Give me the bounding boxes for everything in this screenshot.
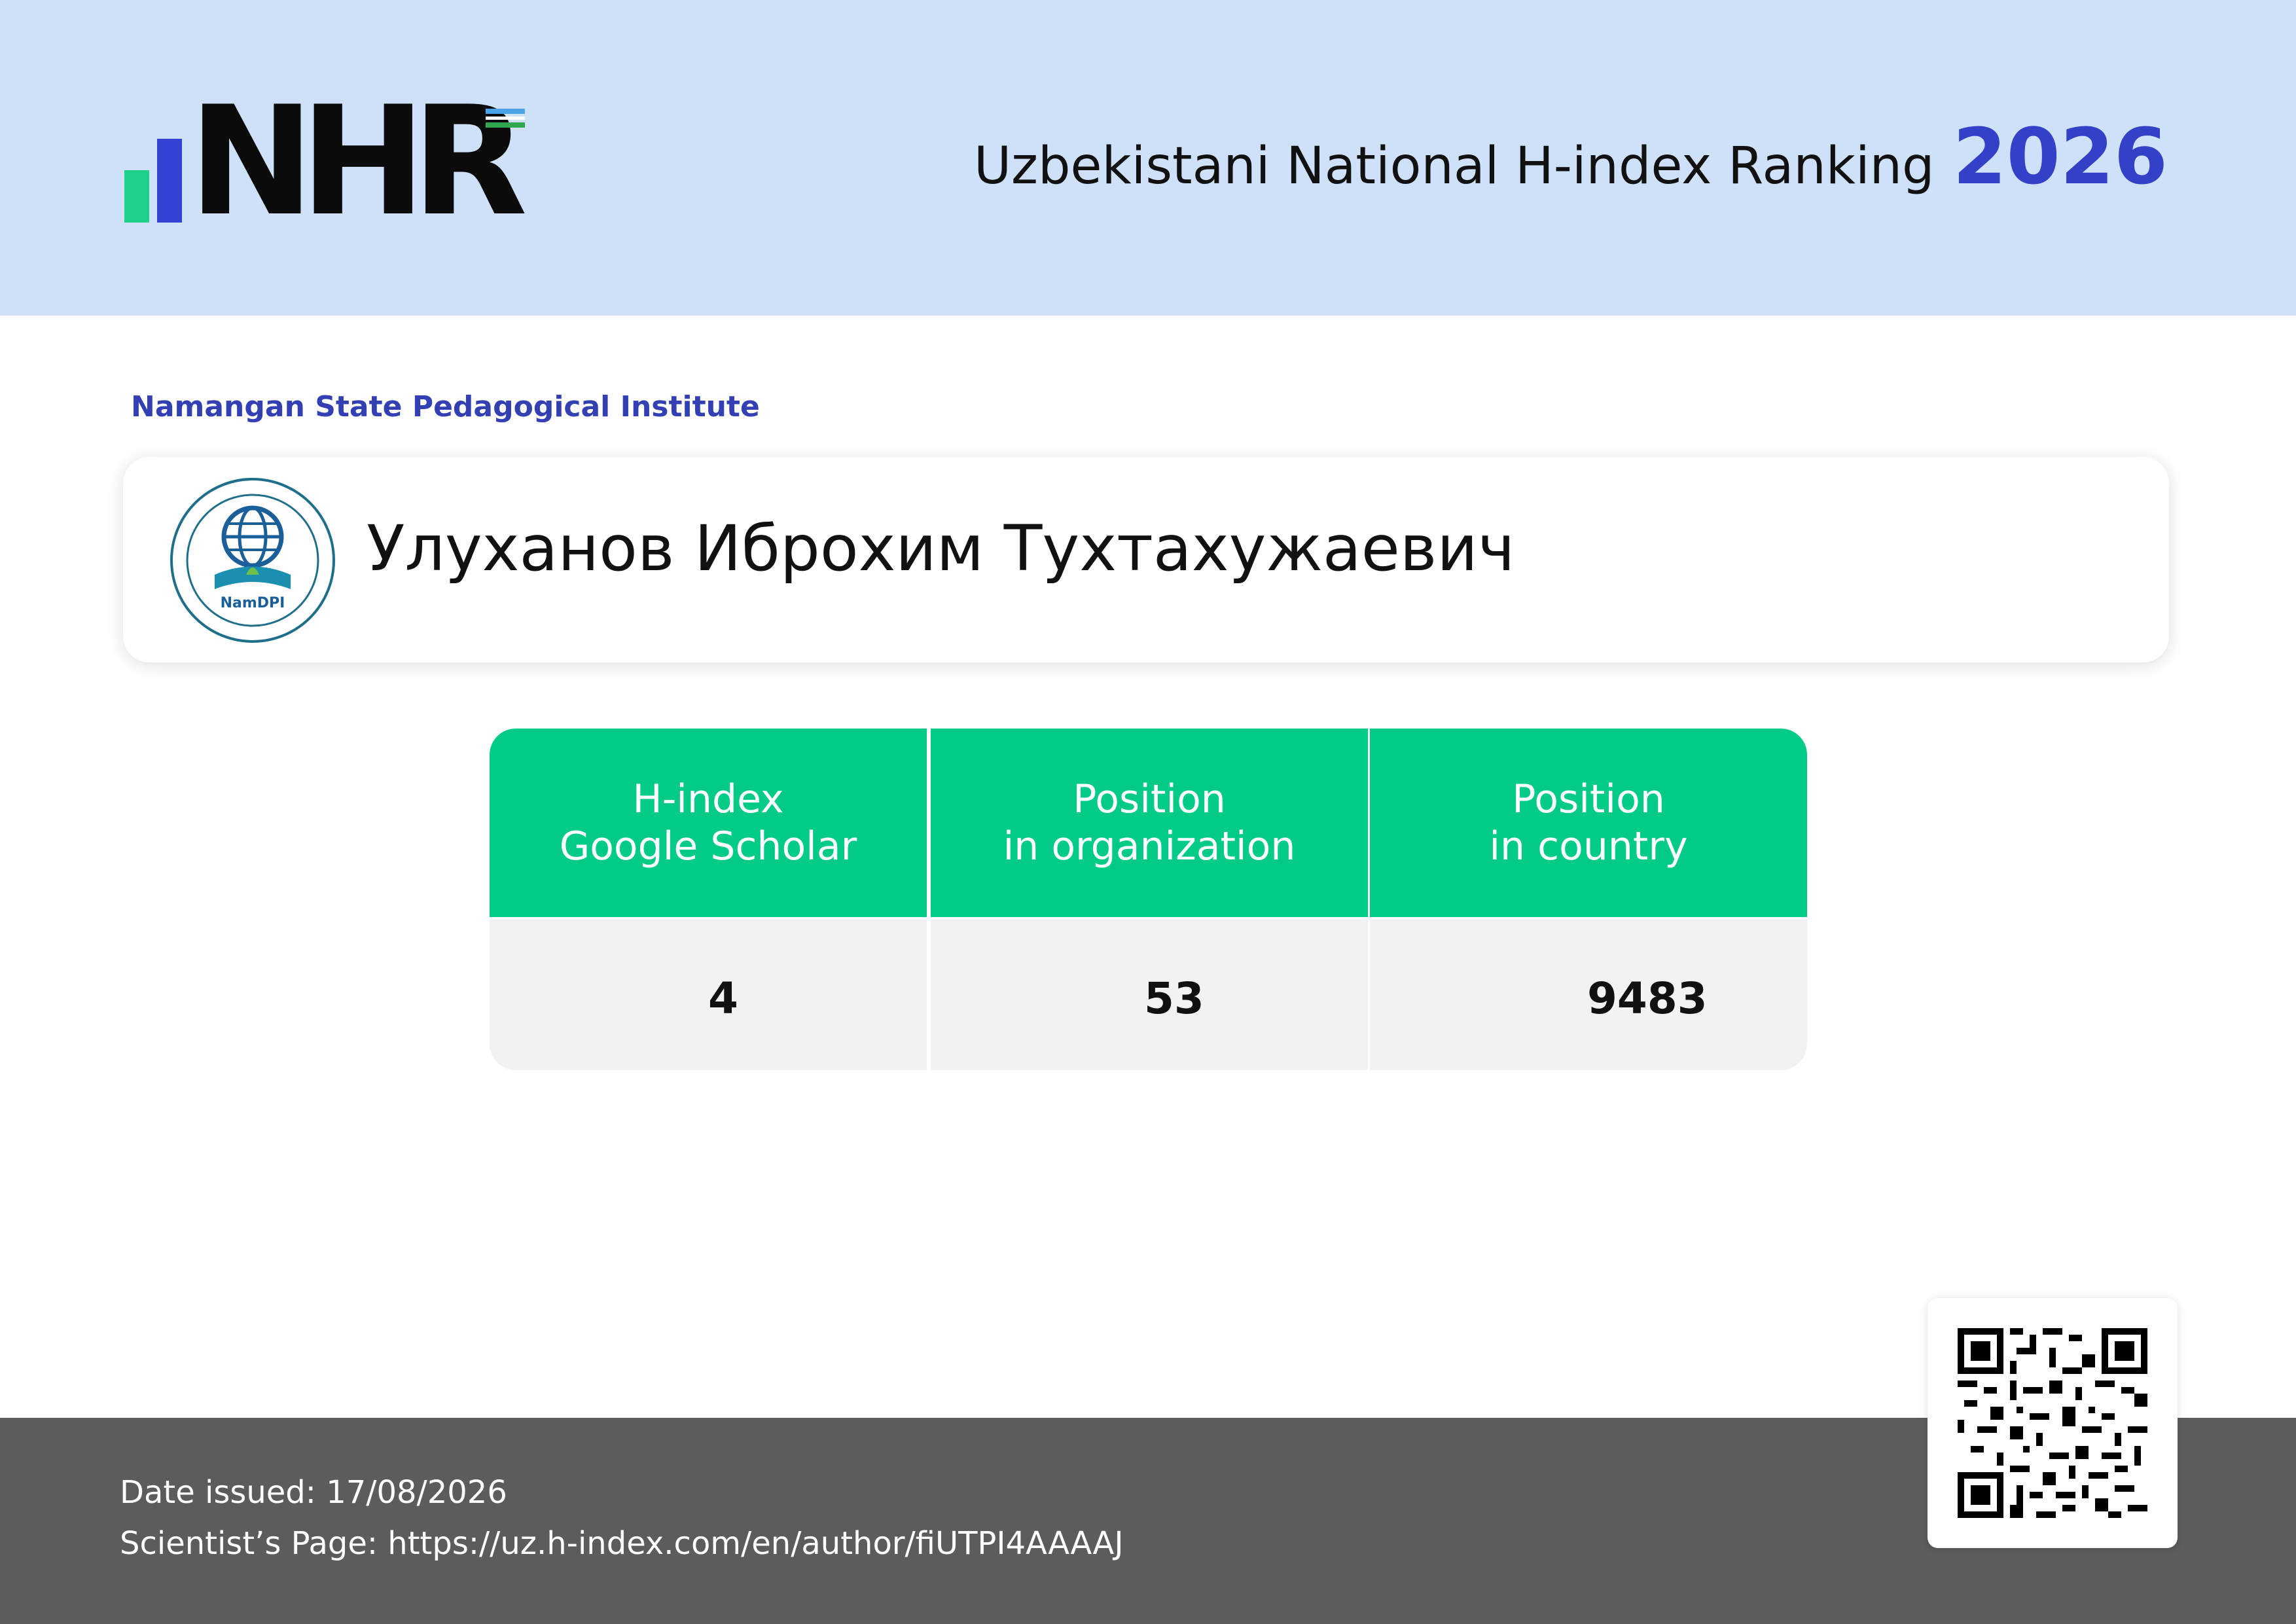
ranking-title: Uzbekistani National H-index Ranking 202… bbox=[974, 111, 2168, 202]
metric-value: 53 bbox=[1144, 973, 1204, 1024]
metric-header: H-index Google Scholar bbox=[490, 729, 927, 917]
metrics-table: H-index Google Scholar 4 Position in org… bbox=[490, 729, 1807, 1070]
scientist-page-link[interactable]: https://uz.h-index.com/en/author/fiUTPI4… bbox=[387, 1525, 1123, 1562]
metric-label-line1: Position bbox=[1073, 776, 1226, 822]
metric-label-line2: in organization bbox=[1003, 823, 1296, 869]
metric-position-organization: Position in organization 53 bbox=[931, 729, 1368, 1070]
metric-hindex: H-index Google Scholar 4 bbox=[490, 729, 927, 1070]
seal-text: NamDPI bbox=[221, 595, 285, 611]
metric-header: Position in country bbox=[1370, 729, 1807, 917]
date-issued: Date issued: 17/08/2026 bbox=[120, 1474, 507, 1511]
metric-label-line2: in country bbox=[1489, 823, 1688, 869]
header-banner: NHR Uzbekistani National H-index Ranking… bbox=[0, 0, 2296, 316]
ranking-title-text: Uzbekistani National H-index Ranking bbox=[973, 137, 1935, 196]
metric-value: 9483 bbox=[1587, 973, 1708, 1024]
metric-label-line2: Google Scholar bbox=[559, 823, 857, 869]
date-issued-value: 17/08/2026 bbox=[326, 1474, 507, 1511]
metric-position-country: Position in country 9483 bbox=[1370, 729, 1807, 1070]
metric-header: Position in organization bbox=[931, 729, 1368, 917]
nhr-logo: NHR bbox=[124, 87, 543, 238]
scientist-page-label: Scientist’s Page: bbox=[120, 1525, 378, 1562]
date-issued-label: Date issued: bbox=[120, 1474, 316, 1511]
metric-label-line1: H-index bbox=[632, 776, 784, 822]
uzbek-flag-icon bbox=[486, 109, 525, 130]
logo-bar-blue bbox=[157, 139, 182, 223]
metric-value-cell: 4 bbox=[490, 920, 927, 1070]
scientist-name: Улуханов Иброхим Тухтахужаевич bbox=[367, 512, 1515, 585]
metric-label-line1: Position bbox=[1512, 776, 1665, 822]
logo-bar-green bbox=[124, 170, 149, 223]
scientist-card: NamDPI Улуханов Иброхим Тухтахужаевич bbox=[123, 457, 2169, 662]
metric-value-cell: 9483 bbox=[1370, 920, 1807, 1070]
scientist-page: Scientist’s Page: https://uz.h-index.com… bbox=[120, 1525, 1124, 1562]
qr-code-icon[interactable] bbox=[1958, 1328, 2147, 1518]
ranking-year: 2026 bbox=[1952, 111, 2168, 202]
metric-value: 4 bbox=[708, 973, 738, 1024]
qr-code-card[interactable] bbox=[1928, 1298, 2178, 1548]
institution-seal-icon: NamDPI bbox=[170, 478, 335, 643]
institution-name: Namangan State Pedagogical Institute bbox=[131, 390, 760, 424]
metric-value-cell: 53 bbox=[931, 920, 1368, 1070]
logo-text: NHR bbox=[188, 75, 528, 249]
